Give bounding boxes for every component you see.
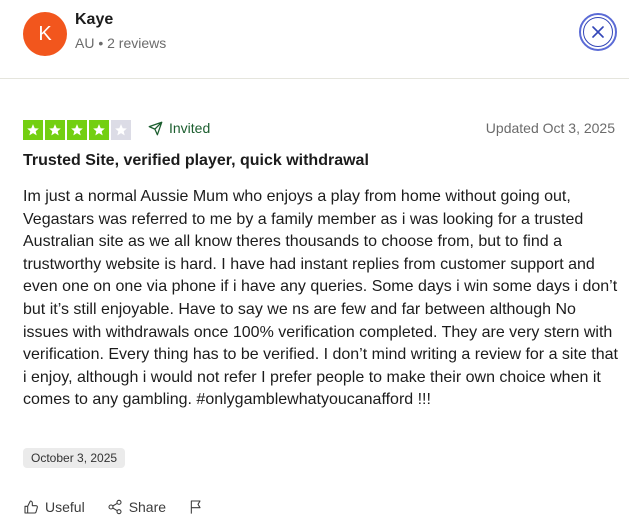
- star-icon: [111, 120, 131, 140]
- invited-badge[interactable]: Invited: [148, 120, 210, 136]
- review-body: Im just a normal Aussie Mum who enjoys a…: [23, 188, 618, 409]
- thumbs-up-icon: [23, 499, 39, 515]
- share-icon: [107, 499, 123, 515]
- report-button[interactable]: [188, 499, 204, 515]
- paper-plane-icon: [148, 121, 163, 136]
- reviewer-header: K Kaye AU • 2 reviews: [0, 0, 629, 79]
- star-icon: [23, 120, 43, 140]
- share-button[interactable]: Share: [107, 499, 166, 515]
- close-button[interactable]: [579, 13, 617, 51]
- close-icon: [592, 26, 604, 38]
- star-icon: [89, 120, 109, 140]
- star-icon: [67, 120, 87, 140]
- review-title: Trusted Site, verified player, quick wit…: [23, 152, 369, 169]
- flag-icon: [188, 499, 204, 515]
- useful-button[interactable]: Useful: [23, 499, 85, 515]
- reviewer-meta: AU • 2 reviews: [75, 35, 167, 51]
- reviewer-name[interactable]: Kaye: [75, 11, 113, 29]
- avatar[interactable]: K: [23, 12, 67, 56]
- invited-label: Invited: [169, 120, 211, 136]
- updated-date: Updated Oct 3, 2025: [485, 120, 615, 136]
- date-of-experience: October 3, 2025: [23, 448, 126, 468]
- useful-label: Useful: [45, 499, 85, 515]
- share-label: Share: [128, 499, 167, 515]
- review-actions: Useful Share: [23, 499, 226, 515]
- star-rating: [23, 120, 131, 140]
- star-icon: [45, 120, 65, 140]
